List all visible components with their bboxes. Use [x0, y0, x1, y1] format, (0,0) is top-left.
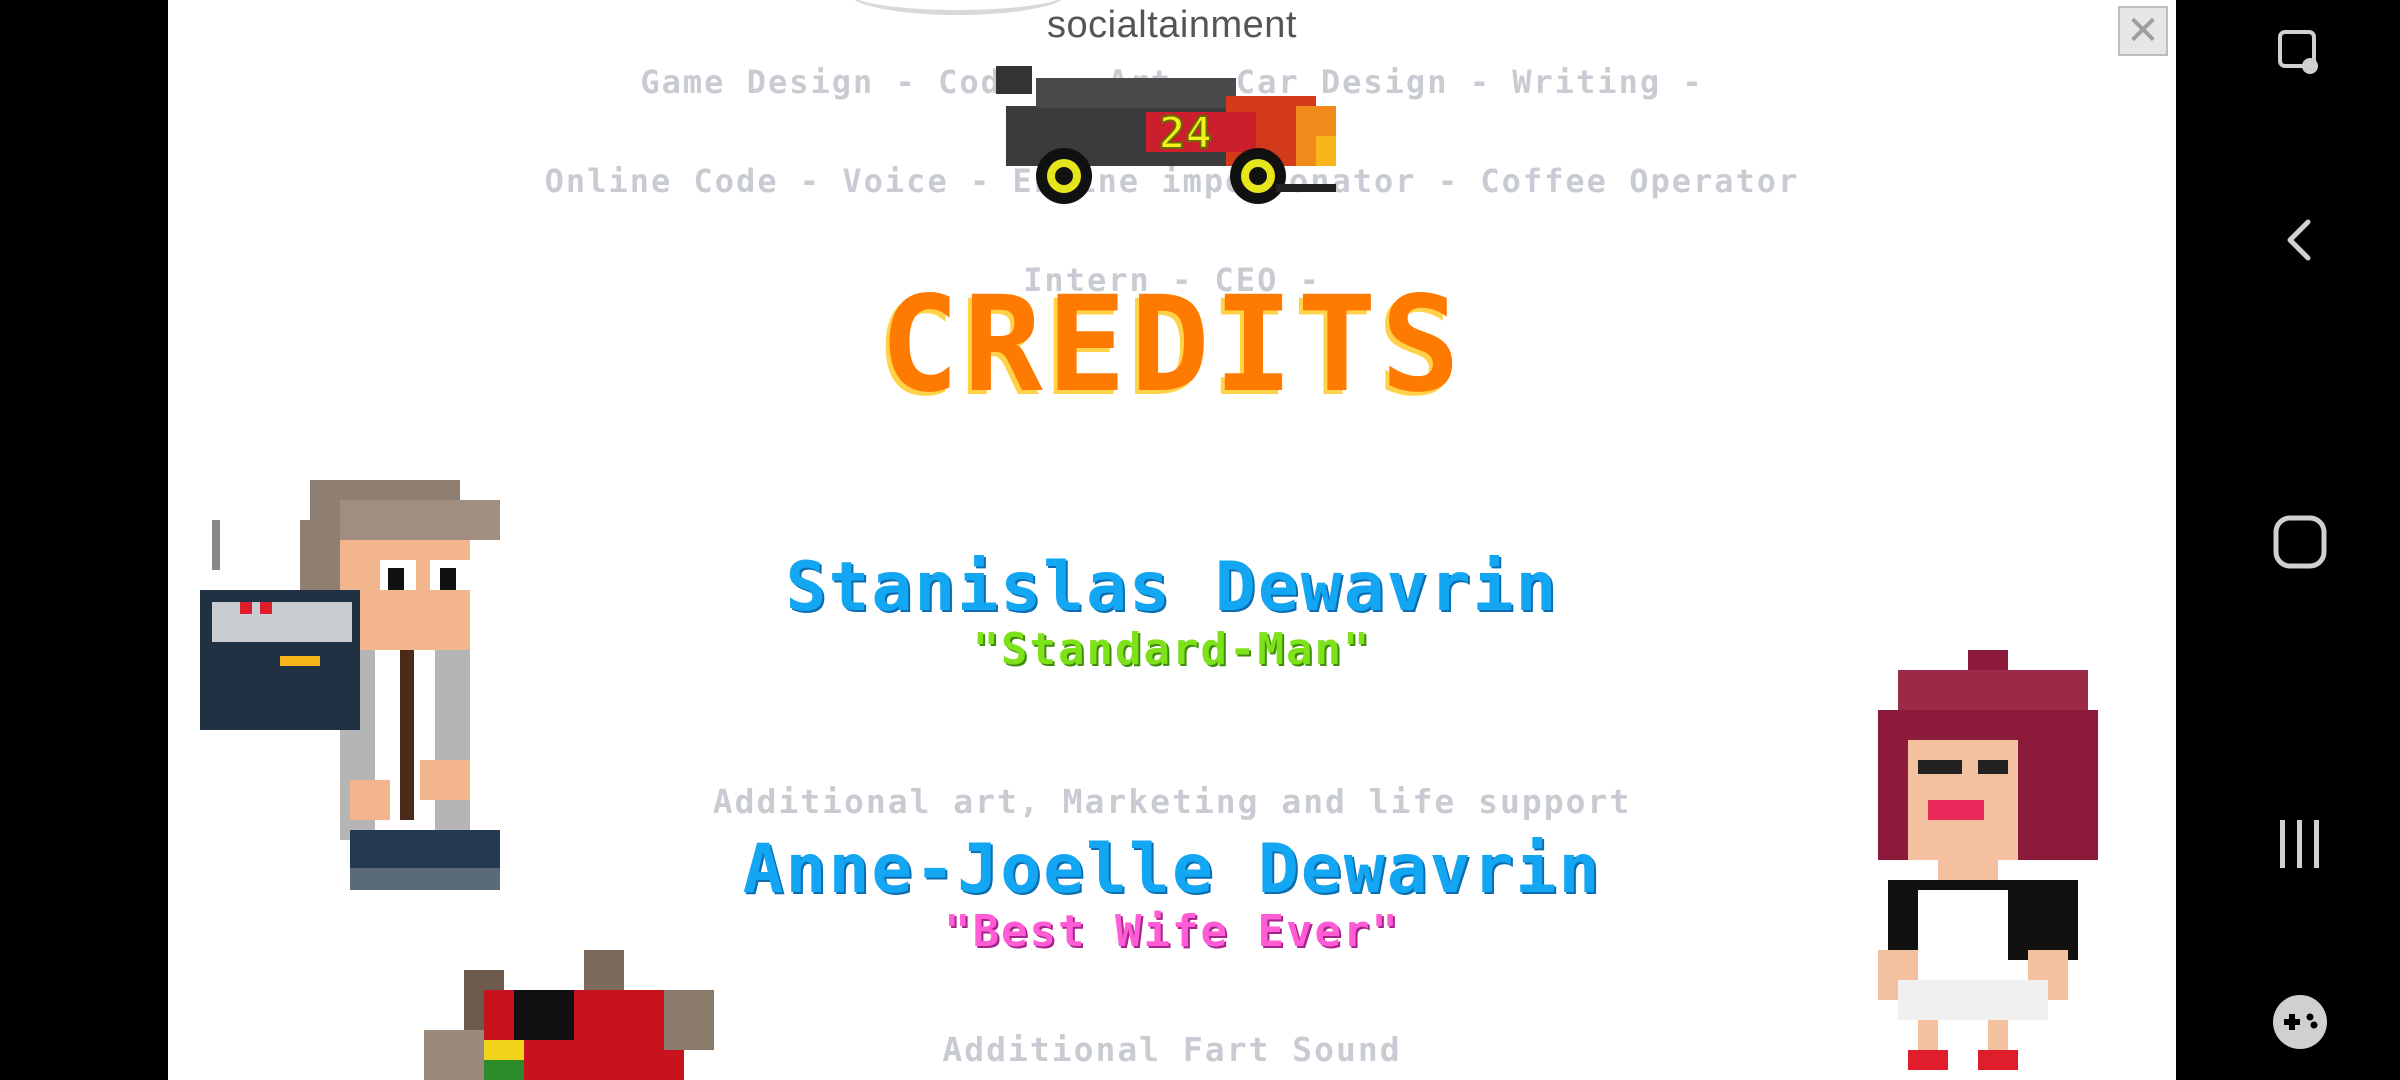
woman-red-hair-sprite	[1878, 650, 2098, 1070]
screen-touch-icon[interactable]	[2270, 24, 2330, 84]
creature-sprite	[424, 950, 714, 1080]
car-number: 24	[1159, 108, 1212, 159]
race-car-image: 24	[996, 66, 1336, 204]
game-controller-icon[interactable]	[2270, 992, 2330, 1052]
man-with-boombox-sprite	[200, 480, 500, 890]
credits-screen: socialtainment 24 CREDITS Game Design - …	[168, 0, 2176, 1080]
close-icon: ✕	[2126, 8, 2160, 54]
home-icon[interactable]	[2270, 512, 2330, 572]
close-button[interactable]: ✕	[2118, 6, 2168, 56]
recents-icon[interactable]	[2270, 814, 2330, 874]
credits-title: CREDITS	[879, 268, 1465, 422]
back-icon[interactable]	[2270, 210, 2330, 270]
socialtainment-logo: socialtainment	[1047, 4, 1297, 46]
